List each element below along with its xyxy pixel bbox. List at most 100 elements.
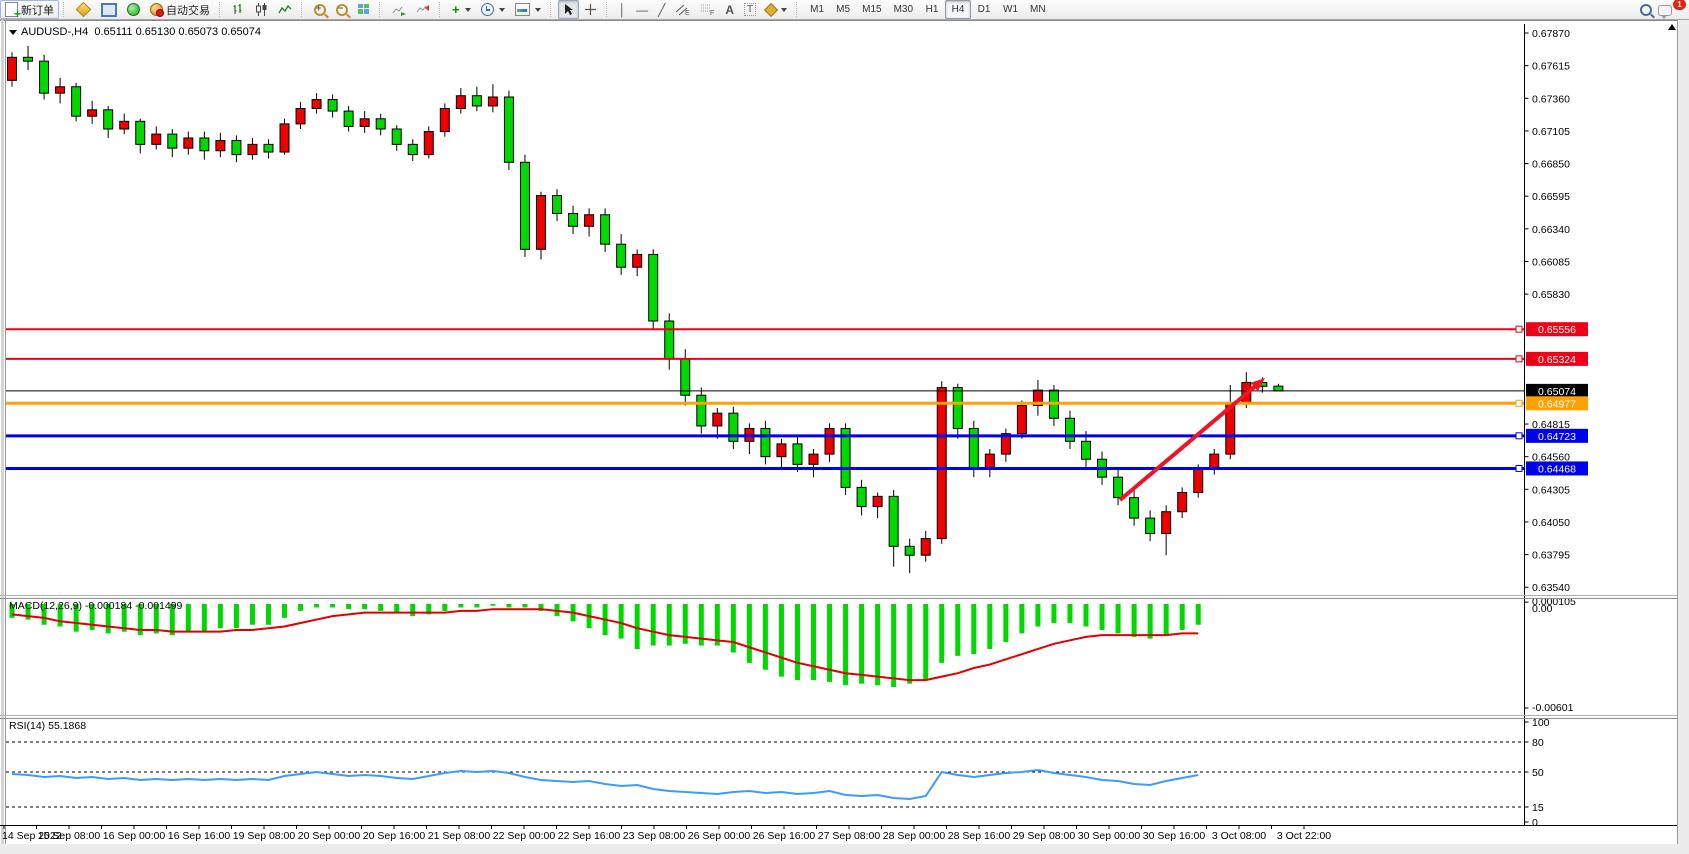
chart-shift-button[interactable]: [411, 0, 435, 19]
tab-m30[interactable]: M30: [888, 0, 919, 19]
new-order-label: 新订单: [21, 2, 54, 18]
svg-text:50: 50: [1532, 767, 1544, 779]
tab-w1[interactable]: W1: [997, 0, 1024, 19]
indicators-button[interactable]: +: [447, 0, 476, 19]
bar-chart-icon: [232, 3, 245, 16]
zoom-in-button[interactable]: +: [309, 0, 331, 19]
svg-text:21 Sep 08:00: 21 Sep 08:00: [428, 830, 491, 842]
candle-chart-icon: [255, 3, 268, 16]
svg-text:26 Sep 16:00: 26 Sep 16:00: [753, 830, 816, 842]
tab-h4[interactable]: H4: [945, 0, 971, 19]
periods-button[interactable]: [476, 0, 510, 19]
svg-text:22 Sep 00:00: 22 Sep 00:00: [493, 830, 556, 842]
cursor-button[interactable]: [558, 0, 579, 19]
price-chart[interactable]: 0.655560.653240.650740.649770.647230.644…: [0, 20, 1689, 849]
channel-button[interactable]: E: [670, 0, 695, 19]
symbol-title: AUDUSD-,H4: [21, 26, 88, 38]
svg-text:0.66085: 0.66085: [1532, 256, 1570, 268]
new-order-button[interactable]: 新订单: [0, 0, 59, 19]
ohlc-low: 0.65073: [178, 26, 218, 38]
symbol-bar[interactable]: AUDUSD-,H4 0.65111 0.65130 0.65073 0.650…: [9, 26, 261, 38]
tab-h1[interactable]: H1: [919, 0, 945, 19]
svg-text:0.66340: 0.66340: [1532, 224, 1570, 236]
svg-text:0.64468: 0.64468: [1538, 463, 1576, 475]
svg-text:0.67360: 0.67360: [1532, 93, 1570, 105]
svg-text:E: E: [685, 10, 690, 16]
data-window-button[interactable]: [96, 0, 122, 19]
arrows-icon: [764, 2, 778, 16]
svg-text:28 Sep 16:00: 28 Sep 16:00: [948, 830, 1011, 842]
separator: [439, 2, 445, 17]
crosshair-button[interactable]: [579, 0, 602, 19]
tab-d1[interactable]: D1: [971, 0, 997, 19]
template-icon: [515, 3, 530, 16]
svg-text:0.64815: 0.64815: [1532, 419, 1570, 431]
zoom-in-icon: +: [314, 4, 326, 16]
chevron-down-icon: [499, 8, 505, 12]
separator: [301, 2, 307, 17]
line-chart-button[interactable]: [273, 0, 297, 19]
search-button[interactable]: [1635, 0, 1657, 19]
fibonacci-icon: F: [700, 3, 715, 16]
signal-icon: [127, 3, 140, 16]
text-label-button[interactable]: T: [739, 0, 761, 19]
svg-text:3 Oct 22:00: 3 Oct 22:00: [1277, 830, 1331, 842]
chart-window: AUDUSD-,H4 0.65111 0.65130 0.65073 0.650…: [0, 20, 1689, 849]
tab-m1[interactable]: M1: [804, 0, 830, 19]
tab-m15[interactable]: M15: [856, 0, 887, 19]
auto-scroll-icon: [392, 3, 406, 16]
bar-chart-button[interactable]: [227, 0, 250, 19]
templates-button[interactable]: [510, 0, 546, 19]
separator: [63, 2, 69, 17]
svg-text:28 Sep 00:00: 28 Sep 00:00: [883, 830, 946, 842]
svg-text:0.64050: 0.64050: [1532, 517, 1570, 529]
svg-text:0.00: 0.00: [1532, 603, 1553, 615]
crosshair-icon: [584, 3, 597, 16]
svg-text:0.65324: 0.65324: [1538, 354, 1576, 366]
horizontal-line-icon: —: [636, 3, 648, 17]
main-toolbar: 新订单 自动交易 + − + │ — ╱ E F A T: [0, 0, 1689, 20]
rsi-label: RSI(14) 55.1868: [9, 720, 86, 732]
text-button[interactable]: A: [720, 0, 739, 19]
tile-windows-button[interactable]: [353, 0, 375, 19]
svg-text:15 Sep 08:00: 15 Sep 08:00: [38, 830, 101, 842]
line-chart-icon: [278, 3, 292, 16]
tab-mn[interactable]: MN: [1024, 0, 1052, 19]
candle-chart-button[interactable]: [250, 0, 273, 19]
chevron-down-icon: [535, 8, 541, 12]
auto-scroll-button[interactable]: [387, 0, 411, 19]
fibonacci-button[interactable]: F: [695, 0, 720, 19]
symbols-button[interactable]: [71, 0, 96, 19]
svg-text:0.63540: 0.63540: [1532, 582, 1570, 594]
separator: [796, 2, 802, 17]
autotrading-icon: [150, 3, 163, 16]
symbol-dropdown-icon: [9, 30, 17, 35]
cursor-icon: [563, 3, 574, 16]
svg-text:23 Sep 08:00: 23 Sep 08:00: [623, 830, 686, 842]
separator: [379, 2, 385, 17]
macd-main-value: -0.000184: [85, 600, 132, 612]
svg-text:0.65830: 0.65830: [1532, 289, 1570, 301]
signals-button[interactable]: [122, 0, 145, 19]
arrows-button[interactable]: [761, 0, 792, 19]
svg-text:30 Sep 00:00: 30 Sep 00:00: [1078, 830, 1141, 842]
tab-m5[interactable]: M5: [830, 0, 856, 19]
tile-windows-icon: [358, 4, 370, 15]
notifications-button[interactable]: 1: [1657, 2, 1683, 17]
zoom-out-icon: −: [336, 4, 348, 16]
text-icon: A: [725, 3, 734, 17]
separator: [606, 2, 612, 17]
chart-shift-icon: [416, 3, 430, 16]
vertical-line-button[interactable]: │: [614, 0, 632, 19]
svg-text:16 Sep 00:00: 16 Sep 00:00: [103, 830, 166, 842]
svg-text:0.67105: 0.67105: [1532, 126, 1570, 138]
macd-label: MACD(12,26,9) -0.000184 -0.001499: [9, 600, 182, 612]
zoom-out-button[interactable]: −: [331, 0, 353, 19]
autotrading-button[interactable]: 自动交易: [145, 0, 215, 19]
horizontal-line-button[interactable]: —: [631, 0, 653, 19]
autotrading-label: 自动交易: [166, 2, 210, 18]
svg-text:-0.00601: -0.00601: [1532, 702, 1574, 714]
svg-text:29 Sep 08:00: 29 Sep 08:00: [1013, 830, 1076, 842]
svg-text:20 Sep 16:00: 20 Sep 16:00: [363, 830, 426, 842]
trendline-button[interactable]: ╱: [653, 0, 670, 19]
